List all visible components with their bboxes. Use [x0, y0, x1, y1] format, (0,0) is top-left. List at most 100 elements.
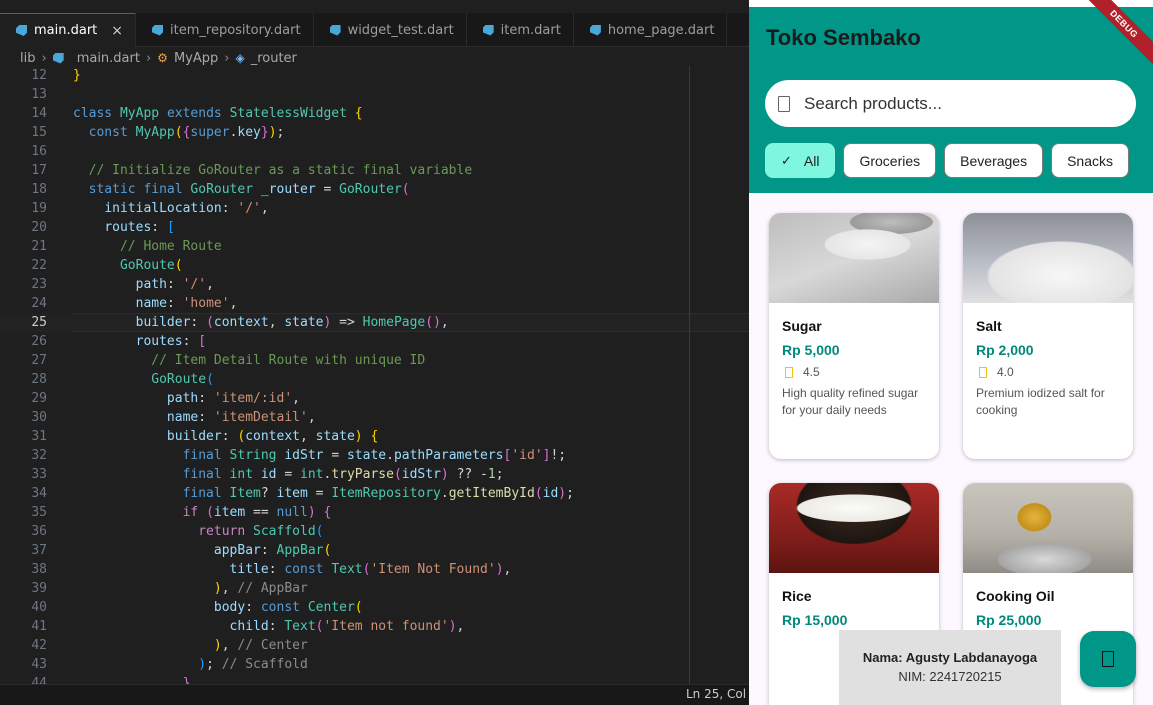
code-line[interactable]: 23 path: '/', — [0, 275, 749, 294]
line-number: 42 — [31, 638, 47, 653]
breadcrumb-item[interactable]: _router — [251, 51, 297, 66]
code-line[interactable]: 19 initialLocation: '/', — [0, 199, 749, 218]
code-text: // Home Route — [119, 239, 222, 254]
student-name: Nama: Agusty Labdanayoga — [862, 650, 1038, 665]
breadcrumb-item[interactable]: lib — [20, 51, 35, 66]
breadcrumb-item[interactable]: main.dart — [77, 51, 140, 66]
code-line[interactable]: 44 } — [0, 674, 749, 684]
code-line[interactable]: 35 if (item == null) { — [0, 503, 749, 522]
product-card-salt[interactable]: Salt Rp 2,000 4.0 Premium iodized salt f… — [963, 213, 1133, 459]
code-text: builder: (context, state) => HomePage(), — [135, 315, 449, 330]
code-text: // Item Detail Route with unique ID — [151, 353, 426, 368]
code-line[interactable]: 31 builder: (context, state) { — [0, 427, 749, 446]
cart-icon — [1102, 651, 1114, 667]
line-number: 17 — [31, 163, 47, 178]
student-footer: Nama: Agusty Labdanayoga NIM: 2241720215 — [839, 630, 1061, 705]
tab-item-repository[interactable]: item_repository.dart — [136, 13, 314, 47]
code-line[interactable]: 30 name: 'itemDetail', — [0, 408, 749, 427]
code-area[interactable]: 12} 13 14 class MyApp extends StatelessWidg… — [0, 66, 749, 684]
code-line[interactable]: 29 path: 'item/:id', — [0, 389, 749, 408]
code-line[interactable]: 41 child: Text('Item not found'), — [0, 617, 749, 636]
code-line[interactable]: 20 routes: [ — [0, 218, 749, 237]
code-line[interactable]: 27 // Item Detail Route with unique ID — [0, 351, 749, 370]
chevron-right-icon: › — [145, 50, 152, 66]
product-price: Rp 15,000 — [782, 612, 848, 628]
line-number: 35 — [31, 505, 47, 520]
code-line[interactable]: 42 ), // Center — [0, 636, 749, 655]
line-number: 28 — [31, 372, 47, 387]
code-text: appBar: AppBar( — [213, 543, 332, 558]
tab-label: main.dart — [34, 23, 98, 38]
product-name: Sugar — [782, 318, 822, 334]
code-line[interactable]: 14 class MyApp extends StatelessWidget { — [0, 104, 749, 123]
code-text: // Initialize GoRouter as a static final… — [88, 163, 473, 178]
product-name: Salt — [976, 318, 1002, 334]
search-input[interactable] — [804, 93, 1104, 114]
star-icon — [979, 366, 987, 378]
check-icon: ✓ — [781, 152, 792, 168]
product-price: Rp 25,000 — [976, 612, 1042, 628]
code-line[interactable]: 39 ), // AppBar — [0, 579, 749, 598]
code-line[interactable]: 43 ); // Scaffold — [0, 655, 749, 674]
tab-home-page[interactable]: home_page.dart — [574, 13, 728, 47]
line-number: 21 — [31, 239, 47, 254]
code-line[interactable]: 16 — [0, 142, 749, 161]
code-line[interactable]: 12} — [0, 66, 749, 85]
product-price: Rp 2,000 — [976, 342, 1034, 358]
chip-all[interactable]: ✓ All — [765, 143, 836, 178]
code-line[interactable]: 37 appBar: AppBar( — [0, 541, 749, 560]
product-image — [769, 483, 939, 573]
chevron-right-icon: › — [41, 50, 47, 66]
line-number: 23 — [31, 277, 47, 292]
category-chips: ✓ All Groceries Beverages Snacks — [765, 143, 1130, 178]
breadcrumb-item[interactable]: MyApp — [174, 51, 218, 66]
chip-snacks[interactable]: Snacks — [1051, 143, 1130, 178]
product-card-sugar[interactable]: Sugar Rp 5,000 4.5 High quality refined … — [769, 213, 939, 459]
code-text: static final GoRouter _router = GoRouter… — [88, 182, 410, 197]
editor-ruler — [689, 66, 690, 684]
code-line[interactable]: 34 final Item? item = ItemRepository.get… — [0, 484, 749, 503]
code-text: } — [182, 676, 191, 684]
code-text: routes: [ — [135, 334, 207, 349]
line-number: 26 — [31, 334, 47, 349]
code-text: initialLocation: '/', — [104, 201, 269, 216]
code-text: ); // Scaffold — [198, 657, 308, 672]
line-number: 36 — [31, 524, 47, 539]
code-editor: main.dart × item_repository.dart widget_t… — [0, 0, 749, 705]
chip-groceries[interactable]: Groceries — [843, 143, 937, 178]
code-line[interactable]: 40 body: const Center( — [0, 598, 749, 617]
code-line[interactable]: 25 builder: (context, state) => HomePage… — [0, 313, 749, 332]
search-bar[interactable] — [765, 80, 1136, 127]
code-line[interactable]: 18 static final GoRouter _router = GoRou… — [0, 180, 749, 199]
cursor-position[interactable]: Ln 25, Col 4 — [686, 687, 749, 701]
code-line[interactable]: 13 — [0, 85, 749, 104]
code-line[interactable]: 38 title: const Text('Item Not Found'), — [0, 560, 749, 579]
line-number: 29 — [31, 391, 47, 406]
code-line[interactable]: 21 // Home Route — [0, 237, 749, 256]
close-icon[interactable]: × — [111, 23, 123, 39]
app-bar: Toko Sembako DEBUG ✓ All Groceries Bevera… — [749, 0, 1153, 193]
product-description: Premium iodized salt for cooking — [976, 386, 1105, 417]
code-line[interactable]: 32 final String idStr = state.pathParame… — [0, 446, 749, 465]
code-line[interactable]: 33 final int id = int.tryParse(idStr) ??… — [0, 465, 749, 484]
tab-main-dart[interactable]: main.dart × — [0, 13, 137, 47]
tab-widget-test[interactable]: widget_test.dart — [314, 13, 467, 47]
code-line[interactable]: 24 name: 'home', — [0, 294, 749, 313]
code-line[interactable]: 26 routes: [ — [0, 332, 749, 351]
app-title: Toko Sembako — [766, 25, 921, 50]
line-number: 15 — [31, 125, 47, 140]
tab-item-dart[interactable]: item.dart — [467, 13, 574, 47]
code-line[interactable]: 28 GoRoute( — [0, 370, 749, 389]
line-number: 43 — [31, 657, 47, 672]
line-number: 44 — [31, 676, 47, 684]
code-line[interactable]: 36 return Scaffold( — [0, 522, 749, 541]
cart-button[interactable] — [1080, 631, 1136, 687]
code-line[interactable]: 15 const MyApp({super.key}); — [0, 123, 749, 142]
chip-beverages[interactable]: Beverages — [944, 143, 1044, 178]
line-number: 20 — [31, 220, 47, 235]
code-line[interactable]: 22 GoRoute( — [0, 256, 749, 275]
code-text: name: 'home', — [135, 296, 238, 311]
code-line[interactable]: 17 // Initialize GoRouter as a static fi… — [0, 161, 749, 180]
dart-file-icon — [589, 24, 601, 36]
product-image — [963, 483, 1133, 573]
